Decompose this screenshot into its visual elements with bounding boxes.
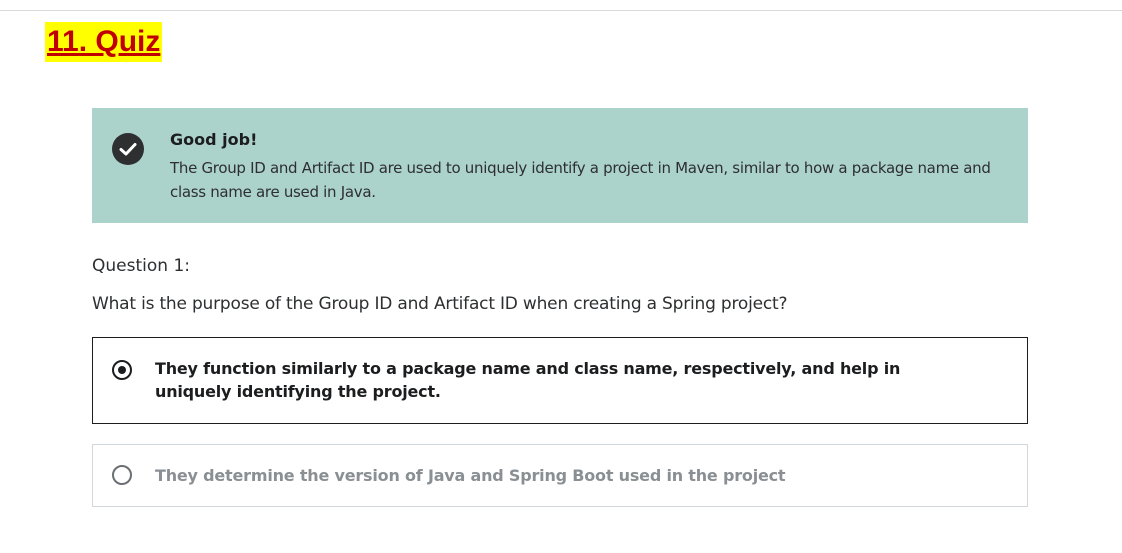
feedback-title: Good job! [170, 130, 258, 149]
radio-selected-icon[interactable] [112, 360, 132, 380]
feedback-body: The Group ID and Artifact ID are used to… [170, 159, 991, 201]
question-number: Question 1: [92, 256, 190, 276]
answer-option-1[interactable]: They function similarly to a package nam… [92, 337, 1028, 424]
top-divider [0, 10, 1122, 11]
answer-option-2[interactable]: They determine the version of Java and S… [92, 444, 1028, 507]
check-circle-icon [112, 133, 144, 165]
question-text: What is the purpose of the Group ID and … [92, 294, 788, 314]
answer-option-label: They function similarly to a package nam… [155, 359, 901, 401]
feedback-alert: Good job! The Group ID and Artifact ID a… [92, 108, 1028, 223]
answer-option-label: They determine the version of Java and S… [155, 466, 786, 485]
radio-unselected-icon[interactable] [112, 465, 132, 485]
page-heading: 11. Quiz [45, 22, 163, 62]
